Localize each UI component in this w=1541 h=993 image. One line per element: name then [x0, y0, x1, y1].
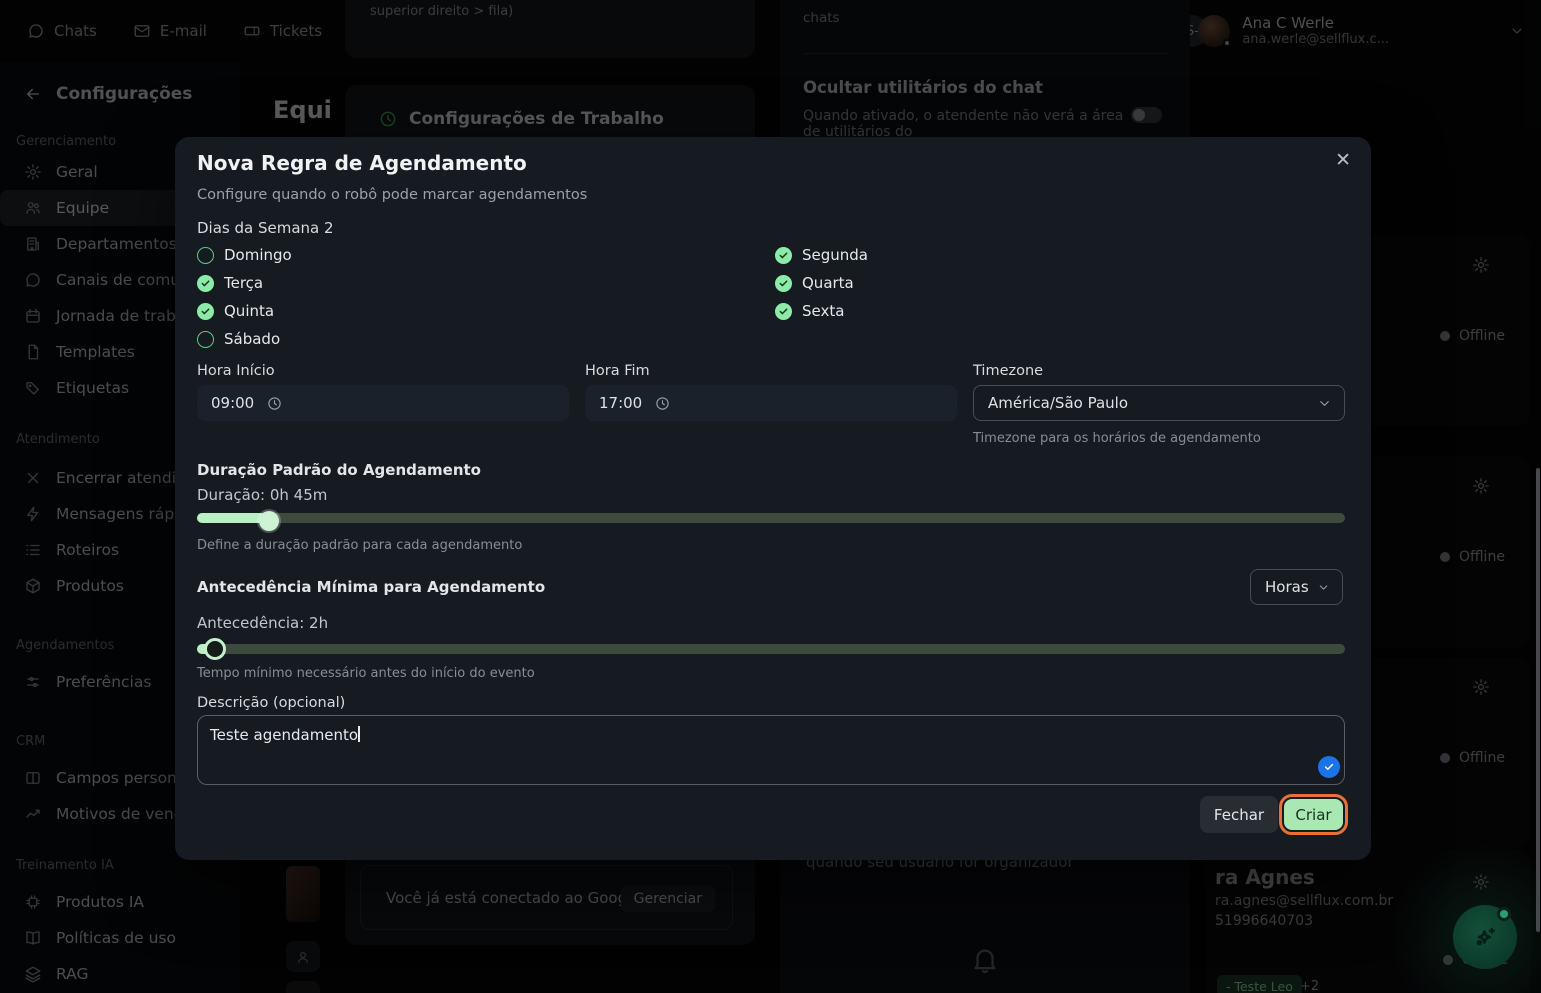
- chevron-down-icon: [1317, 396, 1332, 411]
- checkbox-circle[interactable]: [197, 303, 214, 320]
- antecedencia-helper: Tempo mínimo necessário antes do início …: [197, 666, 535, 681]
- antecedencia-unit-select[interactable]: Horas: [1250, 569, 1343, 605]
- duracao-helper: Define a duração padrão para cada agenda…: [197, 538, 522, 553]
- new-rule-modal: ✕ Nova Regra de Agendamento Configure qu…: [175, 137, 1371, 860]
- days-label: Dias da Semana 2: [197, 219, 334, 237]
- duracao-slider-thumb[interactable]: [259, 511, 279, 531]
- clock-icon: [267, 396, 282, 411]
- antecedencia-value: Antecedência: 2h: [197, 614, 328, 632]
- sparkles-icon: [1470, 922, 1500, 952]
- day-checkbox-quarta[interactable]: Quarta: [775, 272, 854, 294]
- hora-inicio-label: Hora Início: [197, 363, 275, 379]
- chevron-down-icon: [1317, 581, 1330, 594]
- day-checkbox-sexta[interactable]: Sexta: [775, 300, 844, 322]
- duracao-label: Duração Padrão do Agendamento: [197, 461, 481, 479]
- criar-button[interactable]: Criar: [1284, 799, 1343, 830]
- check-icon: [200, 306, 211, 317]
- descricao-textarea[interactable]: Teste agendamento: [197, 715, 1345, 785]
- antecedencia-slider-thumb[interactable]: [204, 638, 226, 660]
- modal-subtitle: Configure quando o robô pode marcar agen…: [197, 187, 587, 203]
- checkbox-circle[interactable]: [775, 303, 792, 320]
- day-checkbox-quinta[interactable]: Quinta: [197, 300, 274, 322]
- day-checkbox-segunda[interactable]: Segunda: [775, 244, 868, 266]
- timezone-label: Timezone: [973, 363, 1043, 379]
- timezone-select[interactable]: América/São Paulo: [973, 385, 1345, 421]
- check-icon: [1323, 761, 1335, 773]
- checkbox-circle[interactable]: [775, 247, 792, 264]
- spellcheck-badge[interactable]: [1318, 756, 1340, 778]
- antecedencia-slider[interactable]: [197, 644, 1345, 654]
- check-icon: [778, 278, 789, 289]
- hora-inicio-input[interactable]: 09:00: [197, 385, 569, 421]
- close-icon[interactable]: ✕: [1335, 149, 1351, 171]
- check-icon: [778, 250, 789, 261]
- scrollbar-thumb[interactable]: [1536, 468, 1540, 932]
- descricao-label: Descrição (opcional): [197, 695, 345, 711]
- text-caret: [358, 726, 360, 742]
- fechar-button[interactable]: Fechar: [1200, 796, 1278, 833]
- duracao-value: Duração: 0h 45m: [197, 486, 327, 504]
- fab-online-dot: [1497, 907, 1511, 921]
- ai-assistant-fab[interactable]: [1453, 905, 1517, 969]
- checkbox-circle[interactable]: [197, 331, 214, 348]
- modal-title: Nova Regra de Agendamento: [197, 151, 527, 175]
- check-icon: [778, 306, 789, 317]
- hora-fim-label: Hora Fim: [585, 363, 650, 379]
- criar-button-highlight-ring: Criar: [1279, 794, 1348, 835]
- duracao-slider[interactable]: [197, 513, 1345, 523]
- slider-fill: [197, 513, 266, 523]
- antecedencia-label: Antecedência Mínima para Agendamento: [197, 578, 545, 596]
- checkbox-circle[interactable]: [775, 275, 792, 292]
- checkbox-circle[interactable]: [197, 275, 214, 292]
- app-root: Chats E-mail Tickets S- Ana C Werle ana.…: [0, 0, 1541, 993]
- check-icon: [200, 278, 211, 289]
- day-checkbox-domingo[interactable]: Domingo: [197, 244, 292, 266]
- descricao-text: Teste agendamento: [210, 726, 358, 744]
- clock-icon: [655, 396, 670, 411]
- checkbox-circle[interactable]: [197, 247, 214, 264]
- timezone-helper: Timezone para os horários de agendamento: [973, 431, 1261, 446]
- hora-fim-input[interactable]: 17:00: [585, 385, 957, 421]
- day-checkbox-terca[interactable]: Terça: [197, 272, 263, 294]
- day-checkbox-sabado[interactable]: Sábado: [197, 328, 280, 350]
